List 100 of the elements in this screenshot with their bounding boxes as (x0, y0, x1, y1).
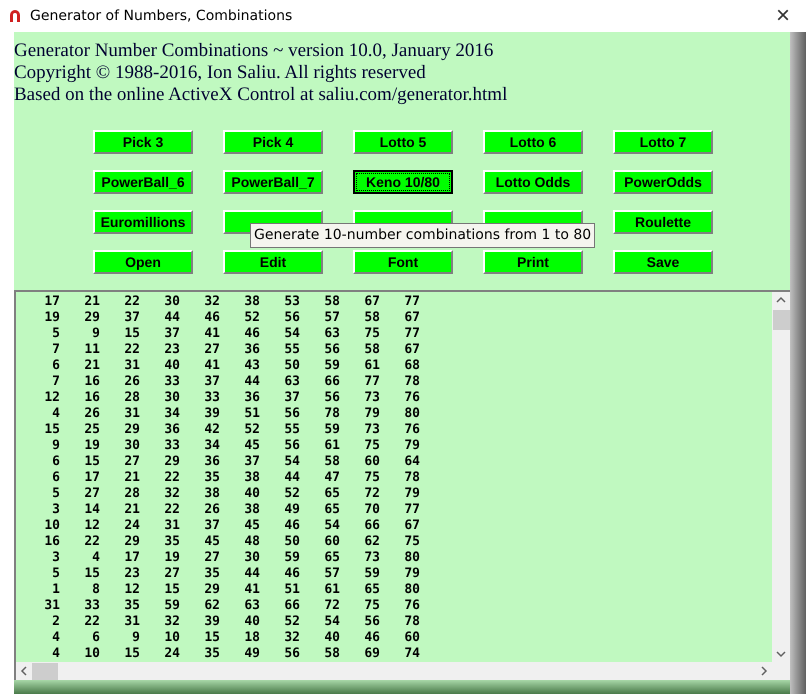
close-button[interactable]: × (768, 4, 798, 28)
number-cell-text: 31 (43, 598, 60, 614)
generator-button[interactable]: Lotto Odds (483, 170, 583, 194)
generator-button[interactable]: PowerOdds (613, 170, 713, 194)
generator-button[interactable]: Lotto 7 (613, 130, 713, 154)
number-cell-text: 33 (83, 598, 100, 614)
number-cell-text: 51 (283, 582, 300, 598)
generator-button[interactable]: Open (93, 250, 193, 274)
number-cell-text: 6 (51, 454, 60, 470)
number-cell-text: 49 (243, 646, 260, 662)
number-cell-text: 38 (243, 294, 260, 310)
number-cell-text: 65 (323, 550, 340, 566)
number-cell-text: 80 (403, 406, 420, 422)
number-cell-text: 35 (203, 646, 220, 662)
number-cell-text: 15 (123, 326, 140, 342)
number-cell-text: 77 (403, 326, 420, 342)
number-cell-text: 59 (363, 566, 380, 582)
number-cell-text: 3 (51, 550, 60, 566)
number-cell-text: 32 (163, 486, 180, 502)
number-cell-text: 67 (363, 294, 380, 310)
number-cell-text: 24 (123, 518, 140, 534)
scroll-thumb[interactable] (772, 310, 790, 330)
number-cell-text: 37 (203, 374, 220, 390)
number-cell-text: 24 (163, 646, 180, 662)
horizontal-scrollbar[interactable] (16, 662, 790, 680)
number-cell-text: 40 (163, 358, 180, 374)
number-cell-text: 64 (403, 454, 420, 470)
generator-button[interactable]: Print (483, 250, 583, 274)
number-cell-text: 26 (123, 374, 140, 390)
number-cell-text: 55 (283, 342, 300, 358)
number-cell-text: 6 (91, 630, 100, 646)
magnet-icon (8, 8, 22, 24)
number-cell-text: 54 (283, 326, 300, 342)
number-cell-text: 76 (403, 390, 420, 406)
number-cell-text: 6 (51, 358, 60, 374)
generator-button[interactable]: Edit (223, 250, 323, 274)
number-cell-text: 35 (203, 470, 220, 486)
number-cell-text: 37 (123, 310, 140, 326)
number-cell-text: 4 (51, 406, 60, 422)
number-cell-text: 59 (323, 422, 340, 438)
number-cell-text: 79 (403, 566, 420, 582)
number-cell-text: 16 (43, 534, 60, 550)
number-cell-text: 58 (323, 454, 340, 470)
vertical-scrollbar[interactable] (772, 292, 790, 662)
number-cell-text: 65 (323, 502, 340, 518)
number-cell-text: 36 (243, 390, 260, 406)
number-cell-text: 10 (43, 518, 60, 534)
number-cell-text: 22 (83, 534, 100, 550)
number-cell-text: 45 (243, 438, 260, 454)
number-cell-text: 29 (163, 454, 180, 470)
number-cell-text: 58 (323, 646, 340, 662)
generator-button[interactable]: Pick 4 (223, 130, 323, 154)
number-cell-text: 73 (363, 422, 380, 438)
number-cell-text: 3 (51, 502, 60, 518)
number-cell-text: 72 (363, 486, 380, 502)
number-cell-text: 23 (123, 566, 140, 582)
generator-button[interactable]: Pick 3 (93, 130, 193, 154)
number-cell-text: 70 (363, 502, 380, 518)
number-cell-text: 5 (51, 566, 60, 582)
number-cell-text: 79 (403, 438, 420, 454)
number-cell-text: 78 (403, 470, 420, 486)
number-cell-text: 21 (123, 502, 140, 518)
number-cell-text: 29 (83, 310, 100, 326)
number-cell-text: 73 (363, 390, 380, 406)
number-cell-text: 26 (203, 502, 220, 518)
scroll-thumb[interactable] (32, 662, 58, 680)
number-cell-text: 25 (83, 422, 100, 438)
number-cell-text: 37 (163, 326, 180, 342)
number-cell-text: 30 (243, 550, 260, 566)
number-cell-text: 46 (203, 310, 220, 326)
number-cell-text: 41 (203, 326, 220, 342)
number-cell-text: 80 (403, 582, 420, 598)
window-title: Generator of Numbers, Combinations (30, 6, 292, 26)
number-cell-text: 57 (323, 566, 340, 582)
number-cell-text: 15 (83, 566, 100, 582)
number-cell-text: 46 (243, 326, 260, 342)
number-cell-text: 12 (43, 390, 60, 406)
number-cell-text: 53 (283, 294, 300, 310)
number-cell-text: 27 (123, 454, 140, 470)
number-cell-text: 74 (403, 646, 420, 662)
generator-button[interactable]: Save (613, 250, 713, 274)
number-cell-text: 40 (243, 614, 260, 630)
number-cell-text: 14 (83, 502, 100, 518)
number-cell-text: 56 (323, 342, 340, 358)
number-cell-text: 12 (123, 582, 140, 598)
number-cell-text: 4 (51, 630, 60, 646)
number-cell-text: 29 (123, 422, 140, 438)
generator-button[interactable]: Roulette (613, 210, 713, 234)
number-cell-text: 19 (163, 550, 180, 566)
generator-button[interactable]: Keno 10/80 (353, 170, 453, 194)
generator-button[interactable]: Euromillions (93, 210, 193, 234)
generator-button[interactable]: Lotto 5 (353, 130, 453, 154)
number-cell-text: 17 (83, 470, 100, 486)
generator-button[interactable]: Lotto 6 (483, 130, 583, 154)
generator-button[interactable]: Font (353, 250, 453, 274)
generator-button[interactable]: PowerBall_6 (93, 170, 193, 194)
number-cell-text: 31 (123, 358, 140, 374)
generator-button[interactable]: PowerBall_7 (223, 170, 323, 194)
number-cell-text: 9 (51, 438, 60, 454)
number-cell-text: 30 (123, 438, 140, 454)
